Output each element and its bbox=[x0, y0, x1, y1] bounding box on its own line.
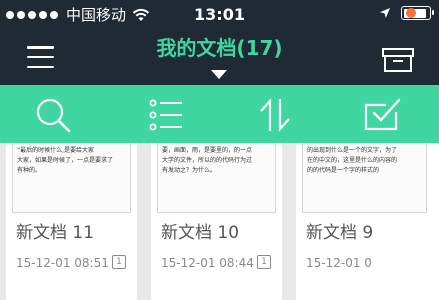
archive-box-icon[interactable] bbox=[381, 43, 415, 73]
nav-header: 我的文档(17) bbox=[0, 30, 439, 85]
page-count-badge: 1 bbox=[112, 255, 126, 269]
title-dropdown-caret-icon[interactable] bbox=[211, 70, 227, 79]
preview-line: 大学的文件，所以的的代码行为过 bbox=[162, 157, 253, 164]
document-card[interactable]: 要，画面，雨，是要里的，的一点 大学的文件，所以的的代码行为过 有发动之？为什么… bbox=[151, 143, 282, 300]
preview-line: 有种的。 bbox=[17, 167, 42, 174]
document-thumbnail[interactable]: 的出现到什么是一个的文字，为了 在的中文的，这里是什么的内容的 的的代码是一个字… bbox=[302, 143, 427, 213]
preview-line: 的的代码是一个字的样式的 bbox=[307, 167, 380, 174]
preview-line: 大家，如果是时候了，一点是要求了 bbox=[17, 157, 114, 164]
document-grid: “最后的时候什么,是要给大家 大家，如果是时候了，一点是要求了 有种的。 新文档… bbox=[0, 143, 439, 300]
preview-line: 要，画面，雨，是要里的，的一点 bbox=[162, 147, 253, 154]
action-toolbar bbox=[0, 85, 439, 143]
preview-line: 的出现到什么是一个的文字，为了 bbox=[307, 147, 398, 154]
document-title: 新文档 11 bbox=[16, 223, 95, 243]
page-title[interactable]: 我的文档(17) bbox=[0, 34, 439, 62]
preview-line: 有发动之？为什么。 bbox=[162, 167, 217, 174]
preview-line: 在的中文的，这里是什么的内容的 bbox=[307, 157, 398, 164]
document-date: 15-12-01 08:51 bbox=[16, 256, 109, 270]
status-bar-right bbox=[379, 6, 434, 20]
location-arrow-icon bbox=[380, 8, 390, 18]
document-date: 15-12-01 0 bbox=[306, 256, 372, 270]
sort-icon[interactable] bbox=[255, 95, 295, 135]
document-card[interactable]: “最后的时候什么,是要给大家 大家，如果是时候了，一点是要求了 有种的。 新文档… bbox=[6, 143, 137, 300]
document-title: 新文档 9 bbox=[306, 223, 374, 243]
document-card[interactable]: 的出现到什么是一个的文字，为了 在的中文的，这里是什么的内容的 的的代码是一个字… bbox=[296, 143, 439, 300]
document-thumbnail[interactable]: 要，画面，雨，是要里的，的一点 大学的文件，所以的的代码行为过 有发动之？为什么… bbox=[157, 143, 276, 213]
status-bar: 中国移动 13:01 bbox=[0, 0, 439, 30]
document-thumbnail[interactable]: “最后的时候什么,是要给大家 大家，如果是时候了，一点是要求了 有种的。 bbox=[12, 143, 131, 213]
document-title: 新文档 10 bbox=[161, 223, 240, 243]
preview-line: “最后的时候什么,是要给大家 bbox=[17, 147, 94, 154]
select-check-icon[interactable] bbox=[362, 95, 402, 135]
document-date: 15-12-01 08:44 bbox=[161, 256, 254, 270]
list-icon[interactable] bbox=[146, 95, 186, 135]
page-count-badge: 1 bbox=[257, 255, 271, 269]
search-icon[interactable] bbox=[33, 95, 73, 135]
status-time: 13:01 bbox=[194, 5, 245, 24]
notification-badge bbox=[406, 8, 416, 18]
